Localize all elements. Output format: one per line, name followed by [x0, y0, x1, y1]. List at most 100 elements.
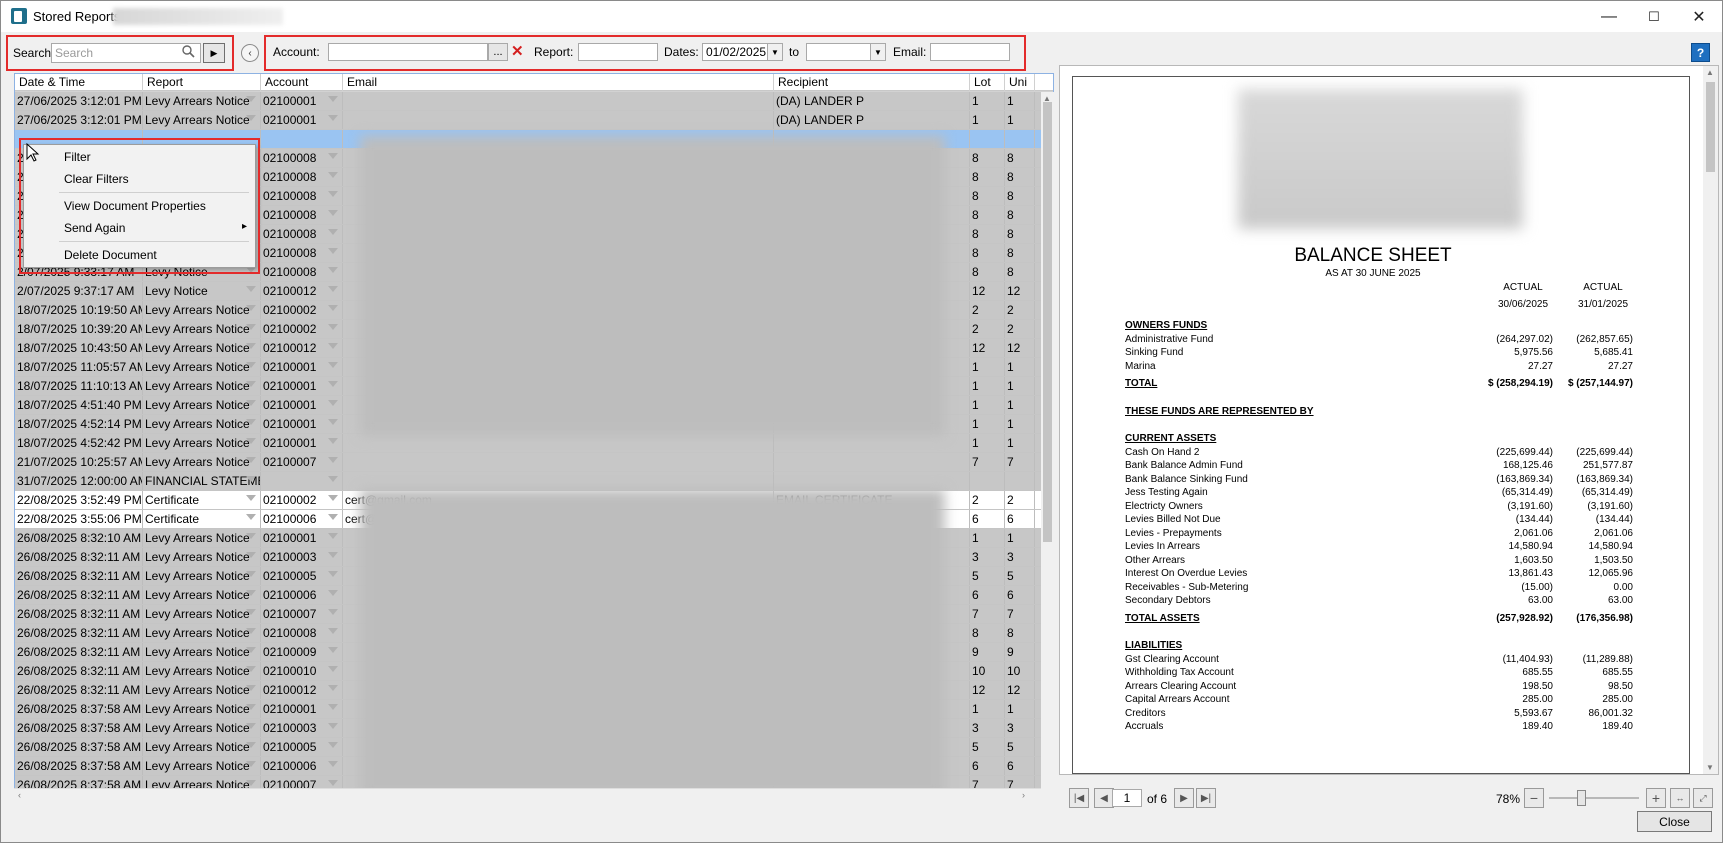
column-header[interactable]: Lot: [970, 74, 1005, 91]
menu-item-view-document-properties[interactable]: View Document Properties: [64, 199, 206, 213]
filter-icon[interactable]: [328, 115, 338, 121]
filter-icon[interactable]: [328, 628, 338, 634]
column-header[interactable]: Account: [261, 74, 343, 91]
zoom-in-button[interactable]: +: [1646, 788, 1666, 808]
zoom-slider-thumb[interactable]: [1576, 790, 1586, 806]
page-number-field[interactable]: 1: [1112, 789, 1142, 807]
filter-icon[interactable]: [246, 704, 256, 710]
next-page-button[interactable]: ▶: [1174, 788, 1194, 808]
filter-icon[interactable]: [246, 552, 256, 558]
filter-icon[interactable]: [328, 742, 338, 748]
filter-icon[interactable]: [246, 533, 256, 539]
search-input[interactable]: [51, 43, 201, 63]
filter-icon[interactable]: [246, 115, 256, 121]
filter-icon[interactable]: [328, 514, 338, 520]
filter-icon[interactable]: [246, 590, 256, 596]
filter-icon[interactable]: [328, 172, 338, 178]
filter-icon[interactable]: [328, 438, 338, 444]
filter-icon[interactable]: [328, 96, 338, 102]
collapse-panel-button[interactable]: ‹: [241, 44, 259, 62]
filter-icon[interactable]: [246, 647, 256, 653]
filter-icon[interactable]: [328, 552, 338, 558]
filter-icon[interactable]: [328, 229, 338, 235]
column-header[interactable]: Report: [143, 74, 261, 91]
filter-icon[interactable]: [246, 514, 256, 520]
filter-icon[interactable]: [328, 685, 338, 691]
column-header[interactable]: Uni: [1005, 74, 1035, 91]
menu-item-send-again[interactable]: Send Again: [64, 221, 125, 235]
help-icon[interactable]: ?: [1691, 43, 1710, 62]
filter-icon[interactable]: [328, 267, 338, 273]
preview-vertical-scrollbar[interactable]: ▲ ▼: [1703, 66, 1718, 774]
filter-icon[interactable]: [328, 286, 338, 292]
account-browse-button[interactable]: ...: [488, 43, 508, 61]
account-field[interactable]: [328, 43, 488, 61]
menu-item-delete-document[interactable]: Delete Document: [64, 248, 157, 262]
filter-icon[interactable]: [328, 761, 338, 767]
filter-icon[interactable]: [328, 647, 338, 653]
filter-icon[interactable]: [328, 780, 338, 786]
filter-icon[interactable]: [246, 400, 256, 406]
minimize-button[interactable]: —: [1586, 1, 1632, 32]
filter-icon[interactable]: [246, 438, 256, 444]
email-field[interactable]: [930, 43, 1010, 61]
zoom-slider-track[interactable]: [1549, 797, 1639, 799]
filter-icon[interactable]: [246, 343, 256, 349]
filter-icon[interactable]: [328, 191, 338, 197]
filter-icon[interactable]: [246, 286, 256, 292]
filter-icon[interactable]: [246, 305, 256, 311]
filter-icon[interactable]: [328, 495, 338, 501]
column-header[interactable]: Date & Time: [15, 74, 143, 91]
grid-horizontal-scrollbar[interactable]: ‹ ›: [14, 788, 1041, 803]
filter-icon[interactable]: [246, 761, 256, 767]
filter-icon[interactable]: [246, 476, 256, 482]
filter-icon[interactable]: [246, 571, 256, 577]
report-field[interactable]: [578, 43, 658, 61]
filter-icon[interactable]: [328, 609, 338, 615]
filter-icon[interactable]: [246, 495, 256, 501]
first-page-button[interactable]: |◀: [1069, 788, 1089, 808]
filter-icon[interactable]: [246, 685, 256, 691]
filter-icon[interactable]: [328, 400, 338, 406]
filter-icon[interactable]: [246, 457, 256, 463]
table-row[interactable]: 27/06/2025 3:12:01 PM Levy Arrears Notice…: [15, 111, 1042, 130]
filter-icon[interactable]: [328, 362, 338, 368]
column-header[interactable]: Recipient: [774, 74, 970, 91]
filter-icon[interactable]: [328, 571, 338, 577]
table-row[interactable]: 18/07/2025 4:52:42 PM Levy Arrears Notice…: [15, 434, 1042, 453]
table-row[interactable]: 27/06/2025 3:12:01 PM Levy Arrears Notice…: [15, 92, 1042, 111]
fit-page-button[interactable]: ⤢: [1693, 788, 1713, 808]
filter-icon[interactable]: [328, 419, 338, 425]
filter-icon[interactable]: [328, 476, 338, 482]
filter-icon[interactable]: [246, 628, 256, 634]
menu-item-filter[interactable]: Filter: [64, 150, 91, 164]
prev-page-button[interactable]: ◀: [1094, 788, 1114, 808]
last-page-button[interactable]: ▶|: [1196, 788, 1216, 808]
filter-icon[interactable]: [328, 533, 338, 539]
date-from-picker[interactable]: 01/02/2025 ▼: [702, 43, 783, 61]
menu-item-clear-filters[interactable]: Clear Filters: [64, 172, 129, 186]
close-window-button[interactable]: ✕: [1676, 1, 1722, 32]
filter-icon[interactable]: [246, 666, 256, 672]
grid-vertical-scrollbar[interactable]: ▲: [1041, 92, 1054, 804]
filter-icon[interactable]: [246, 419, 256, 425]
filter-icon[interactable]: [246, 96, 256, 102]
filter-icon[interactable]: [246, 742, 256, 748]
filter-icon[interactable]: [328, 723, 338, 729]
table-row[interactable]: 21/07/2025 10:25:57 AM Levy Arrears Notic…: [15, 453, 1042, 472]
filter-icon[interactable]: [328, 305, 338, 311]
filter-icon[interactable]: [328, 704, 338, 710]
zoom-out-button[interactable]: −: [1524, 788, 1544, 808]
filter-icon[interactable]: [246, 609, 256, 615]
filter-icon[interactable]: [328, 210, 338, 216]
filter-icon[interactable]: [246, 362, 256, 368]
filter-icon[interactable]: [328, 324, 338, 330]
filter-icon[interactable]: [246, 780, 256, 786]
filter-icon[interactable]: [328, 381, 338, 387]
filter-icon[interactable]: [246, 381, 256, 387]
clear-account-icon[interactable]: ✕: [511, 42, 524, 60]
fit-width-button[interactable]: ↔: [1670, 788, 1690, 808]
date-to-picker[interactable]: ▼: [806, 43, 886, 61]
search-go-button[interactable]: ▶: [203, 43, 225, 63]
filter-icon[interactable]: [328, 457, 338, 463]
